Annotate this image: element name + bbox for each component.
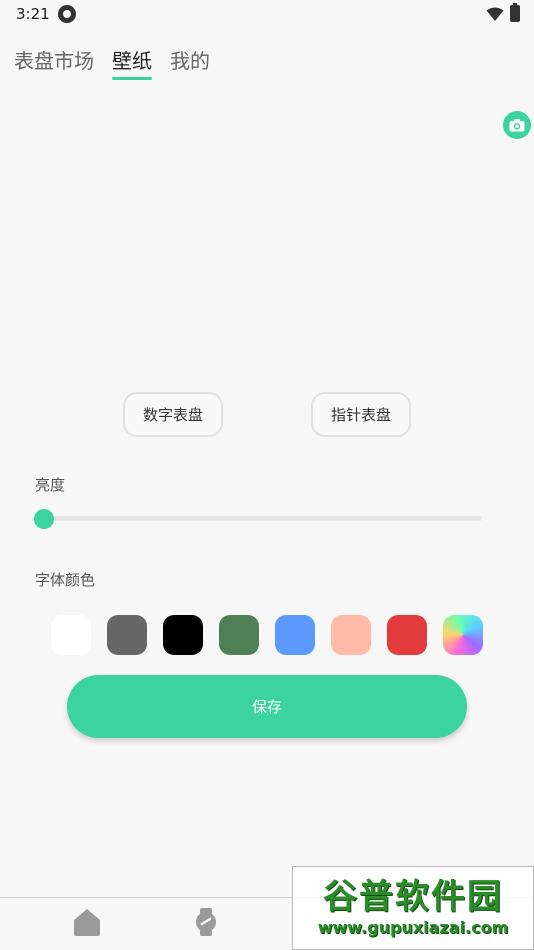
- brightness-slider-thumb[interactable]: [34, 509, 54, 529]
- font-color-swatches: [51, 615, 483, 655]
- camera-icon: [509, 119, 525, 132]
- watermark-title: 谷普软件园: [323, 877, 503, 917]
- color-swatch-0[interactable]: [51, 615, 91, 655]
- analog-dial-button[interactable]: 指针表盘: [311, 392, 411, 437]
- digital-dial-button[interactable]: 数字表盘: [123, 392, 223, 437]
- color-swatch-6[interactable]: [387, 615, 427, 655]
- save-button[interactable]: 保存: [67, 675, 467, 738]
- tab-mine[interactable]: 我的: [170, 46, 210, 80]
- color-swatch-3[interactable]: [219, 615, 259, 655]
- home-icon[interactable]: [71, 906, 103, 938]
- color-swatch-2[interactable]: [163, 615, 203, 655]
- wifi-icon: [486, 7, 504, 21]
- brightness-slider-track[interactable]: [44, 516, 482, 521]
- color-swatch-4[interactable]: [275, 615, 315, 655]
- tab-watchface-market[interactable]: 表盘市场: [14, 46, 94, 80]
- battery-charging-icon: [510, 3, 520, 22]
- color-swatch-7[interactable]: [443, 615, 483, 655]
- status-icons: [486, 3, 520, 22]
- status-time: 3:21: [16, 5, 50, 23]
- color-swatch-1[interactable]: [107, 615, 147, 655]
- watermark-logo: 谷普软件园 www.gupuxiazai.com: [292, 866, 534, 950]
- tab-wallpaper[interactable]: 壁纸: [112, 46, 152, 80]
- status-bar: 3:21: [0, 0, 534, 28]
- q-notification-icon: [57, 5, 76, 23]
- brightness-label: 亮度: [35, 476, 66, 494]
- watermark-url: www.gupuxiazai.com: [317, 918, 509, 937]
- font-color-label: 字体颜色: [35, 571, 96, 589]
- top-tabs: 表盘市场 壁纸 我的: [14, 46, 210, 80]
- camera-button[interactable]: [503, 111, 531, 139]
- watch-icon[interactable]: [190, 906, 222, 938]
- color-swatch-5[interactable]: [331, 615, 371, 655]
